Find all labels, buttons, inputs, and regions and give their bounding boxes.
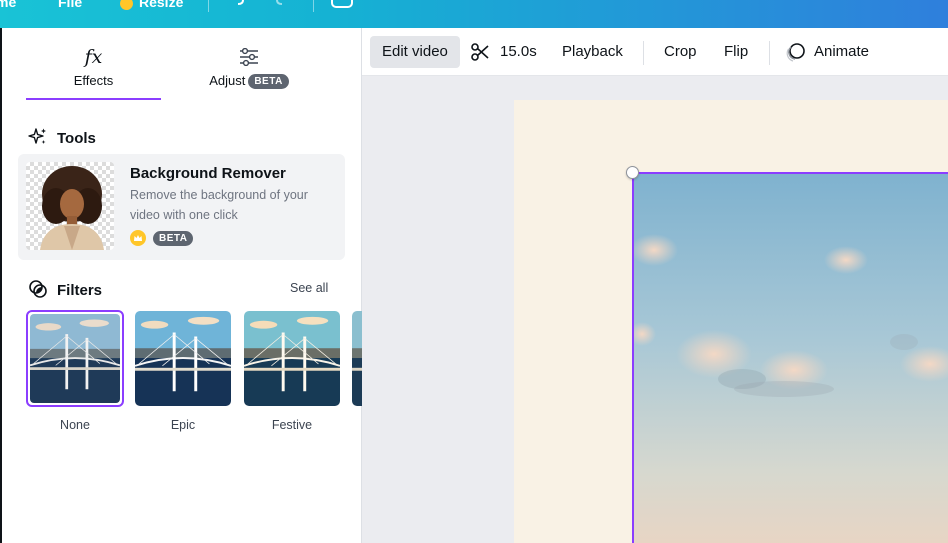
animate-button[interactable]: Animate (779, 36, 881, 68)
fx-icon: fx (84, 46, 103, 68)
undo-icon[interactable] (232, 0, 246, 6)
crown-icon (120, 0, 133, 10)
beta-badge: BETA (153, 231, 194, 246)
crop-button[interactable]: Crop (652, 36, 709, 68)
sliders-icon (190, 28, 308, 72)
resize-button[interactable]: Resize (120, 0, 183, 10)
filter-label: Festive (271, 418, 313, 432)
divider (313, 0, 314, 12)
file-menu[interactable]: File (58, 0, 82, 10)
resize-handle[interactable] (626, 166, 639, 179)
tab-adjust-label: Adjust (209, 73, 246, 88)
filter-label: None (60, 418, 90, 432)
redo-icon[interactable] (274, 0, 288, 6)
filter-thumbnail (351, 310, 362, 407)
tab-effects-label: Effects (73, 73, 114, 88)
panel-edge (0, 28, 2, 543)
beta-badge: BETA (248, 74, 289, 89)
flip-button[interactable]: Flip (712, 36, 760, 68)
background-remover-thumbnail (26, 162, 114, 250)
edit-video-button[interactable]: Edit video (370, 36, 460, 68)
scissors-icon[interactable] (470, 42, 490, 62)
tools-heading: Tools (28, 127, 96, 147)
video-toolbar: Edit video 15.0s Playback Crop Flip Anim… (362, 28, 948, 76)
filter-none[interactable]: None (26, 310, 124, 432)
selected-video-element[interactable] (632, 172, 948, 543)
background-remover-title: Background Remover (130, 165, 286, 182)
tab-effects[interactable]: fx Effects (26, 28, 161, 100)
background-remover-card[interactable]: Background Remover Remove the background… (18, 154, 345, 260)
filter-thumbnail (134, 310, 232, 407)
top-bar: me File Resize (0, 0, 948, 28)
filter-label: Epic (170, 418, 196, 432)
trim-duration-button[interactable]: 15.0s (488, 36, 549, 68)
filter-festive[interactable]: Festive (243, 310, 341, 432)
filters-heading: Filters (28, 279, 102, 299)
divider (769, 41, 770, 65)
see-all-link[interactable]: See all (290, 281, 328, 295)
download-icon[interactable] (331, 0, 353, 8)
background-remover-description: Remove the background of your video with… (130, 188, 308, 222)
tools-title: Tools (57, 130, 96, 147)
filters-icon (29, 280, 47, 298)
divider (643, 41, 644, 65)
effects-side-panel: fx Effects Adjust BETA Tools Background … (0, 28, 362, 543)
filter-thumbnail (26, 310, 124, 407)
filter-epic[interactable]: Epic (134, 310, 232, 432)
filters-title: Filters (57, 282, 103, 299)
crown-icon (130, 230, 146, 246)
tab-active-indicator (26, 98, 161, 100)
video-preview (634, 174, 948, 543)
sparkle-icon (28, 128, 46, 144)
divider (208, 0, 209, 12)
playback-button[interactable]: Playback (550, 36, 635, 68)
home-menu[interactable]: me (0, 0, 16, 10)
resize-label: Resize (139, 0, 184, 10)
filter-next-partial[interactable] (351, 310, 362, 407)
filter-thumbnail (243, 310, 341, 407)
tab-adjust[interactable]: Adjust BETA (190, 28, 308, 100)
